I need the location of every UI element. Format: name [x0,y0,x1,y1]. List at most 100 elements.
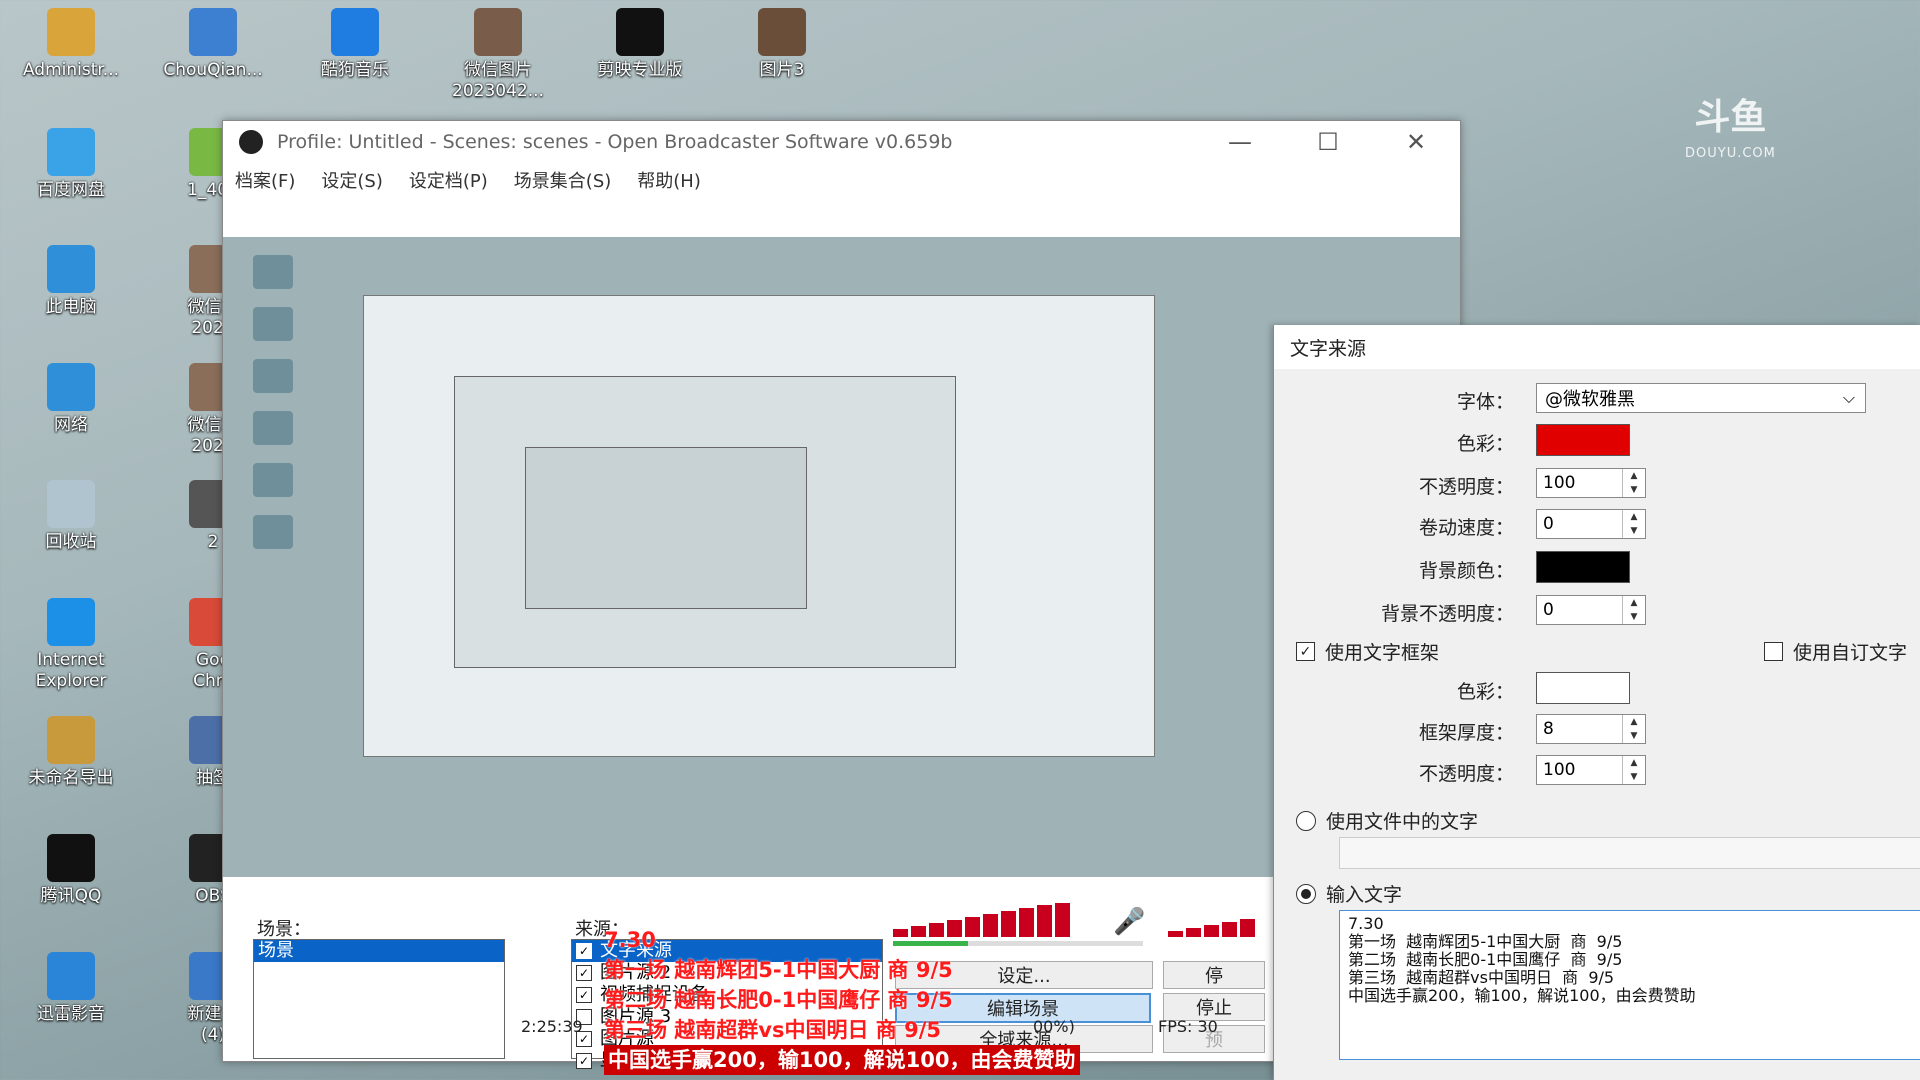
app-icon [47,834,95,882]
checkbox-checked-icon[interactable]: ✓ [576,943,592,959]
spin-arrows-icon[interactable]: ▲ ▼ [1622,596,1645,624]
checkbox-checked-icon[interactable]: ✓ [576,1053,592,1069]
custom-text-label: 使用自订文字 [1793,642,1908,664]
font-select[interactable]: @微软雅黑 ⌵ [1536,383,1866,413]
desktop-icon[interactable]: 未命名导出 [16,716,126,789]
stop-stream-button[interactable]: 停 [1163,961,1265,989]
use-file-label: 使用文件中的文字 [1326,811,1479,833]
opacity-spinbox[interactable]: 100 ▲ ▼ [1536,468,1646,498]
app-icon [47,480,95,528]
menu-help[interactable]: 帮助(H) [637,167,701,193]
close-icon[interactable]: ✕ [1372,128,1460,156]
outline-color-swatch[interactable] [1536,672,1630,704]
bg-color-swatch[interactable] [1536,551,1630,583]
preview-desktop-icon [253,307,293,341]
checkbox-checked-icon[interactable]: ✓ [576,987,592,1003]
desktop-icon[interactable]: 微信图片 2023042... [443,8,553,102]
custom-text-checkbox[interactable]: 使用自订文字 [1764,638,1907,665]
use-outline-checkbox[interactable]: ✓ 使用文字框架 [1296,638,1439,665]
scenes-list[interactable]: 场景 [253,939,505,1059]
font-label: 字体： [1456,391,1514,413]
desktop-icon-label: Administr... [22,60,120,80]
desktop-icon[interactable]: Internet Explorer [16,598,126,692]
preview-nested-obs [363,295,1155,757]
desktop-icon-label: ChouQian... [163,60,263,80]
app-icon [758,8,806,56]
app-icon [616,8,664,56]
spin-arrows-icon[interactable]: ▲ ▼ [1622,469,1645,497]
opacity-label: 不透明度： [1418,476,1514,498]
app-icon [47,128,95,176]
preview-desktop-icon [253,255,293,289]
desktop-icon-label: 网络 [54,415,88,435]
spin-arrows-icon[interactable]: ▲ ▼ [1622,510,1645,538]
menu-file[interactable]: 档案(F) [235,167,295,193]
obs-titlebar[interactable]: Profile: Untitled - Scenes: scenes - Ope… [223,121,1460,163]
desktop-icon[interactable]: 剪映专业版 [585,8,695,81]
checkbox-empty-icon [1764,642,1783,661]
desktop-icon-label: 图片3 [759,60,805,80]
checkbox-checked-icon[interactable]: ✓ [576,965,592,981]
stream-overlay-text: 7.30 第一场 越南辉团5-1中国大厨 商 9/5 第二场 越南长肥0-1中国… [604,925,1080,1075]
obs-menubar: 档案(F) 设定(S) 设定档(P) 场景集合(S) 帮助(H) [223,163,1460,197]
outline-thickness-value: 8 [1543,719,1554,739]
bg-color-label: 背景颜色： [1418,560,1514,582]
desktop-icon[interactable]: 回收站 [16,480,126,553]
maximize-icon[interactable]: ☐ [1284,128,1372,156]
outline-opacity-label: 不透明度： [1418,763,1514,785]
obs-logo-icon [239,130,263,154]
overlay-line-4: 中国选手赢200，输100，解说100，由会费赞助 [604,1045,1080,1075]
app-icon [331,8,379,56]
outline-thickness-spinbox[interactable]: 8 ▲ ▼ [1536,714,1646,744]
spin-arrows-icon[interactable]: ▲ ▼ [1622,756,1645,784]
opacity-value: 100 [1543,473,1576,493]
minimize-icon[interactable]: — [1196,128,1284,156]
menu-profile[interactable]: 设定档(P) [409,167,488,193]
preview-desktop-icon [253,463,293,497]
scroll-speed-spinbox[interactable]: 0 ▲ ▼ [1536,509,1646,539]
stream-time: 2:25:39 [521,1017,583,1036]
outline-opacity-spinbox[interactable]: 100 ▲ ▼ [1536,755,1646,785]
spin-arrows-icon[interactable]: ▲ ▼ [1622,715,1645,743]
desktop-icon[interactable]: 酷狗音乐 [300,8,410,81]
desktop-icon[interactable]: 网络 [16,363,126,436]
preview-desktop-icon [253,411,293,445]
desktop-icon[interactable]: 此电脑 [16,245,126,318]
preview-desktop-icon [253,515,293,549]
douyu-watermark: 斗鱼 DOUYU.COM [1685,100,1776,172]
use-file-radio[interactable]: 使用文件中的文字 [1296,807,1478,834]
input-text-area[interactable]: 7.30 第一场 越南辉团5-1中国大厨 商 9/5 第二场 越南长肥0-1中国… [1339,910,1920,1060]
preview-desktop-icon [253,359,293,393]
bg-opacity-spinbox[interactable]: 0 ▲ ▼ [1536,595,1646,625]
text-source-dialog: 文字来源 字体： @微软雅黑 ⌵ 色彩： 不透明度： 100 ▲ ▼ 卷动速度： … [1273,325,1920,1080]
overlay-line-2: 第二场 越南长肥0-1中国鹰仔 商 9/5 [604,988,953,1012]
desktop-icon[interactable]: 图片3 [727,8,837,81]
input-text-radio[interactable]: 输入文字 [1296,880,1402,907]
menu-scene-collection[interactable]: 场景集合(S) [514,167,611,193]
overlay-line-1: 第一场 越南辉团5-1中国大厨 商 9/5 [604,958,953,982]
app-icon [47,598,95,646]
font-value: @微软雅黑 [1545,389,1635,410]
desktop-icon-label: 酷狗音乐 [321,60,389,80]
text-color-swatch[interactable] [1536,424,1630,456]
obs-title: Profile: Untitled - Scenes: scenes - Ope… [277,131,953,153]
bg-opacity-value: 0 [1543,600,1554,620]
watermark-domain: DOUYU.COM [1685,146,1776,161]
desktop-icon[interactable]: Administr... [16,8,126,81]
desktop-icon-label: 此电脑 [45,297,97,317]
watermark-brand: 斗鱼 [1694,97,1767,138]
chevron-down-icon: ⌵ [1842,388,1855,407]
scenes-label: 场景： [257,919,311,940]
desktop-icon[interactable]: 腾讯QQ [16,834,126,907]
file-path-input[interactable] [1339,837,1920,869]
app-icon [47,245,95,293]
microphone-icon[interactable]: 🎤 [1113,907,1145,937]
desktop-icon-label: 百度网盘 [37,180,105,200]
desktop-icon[interactable]: 百度网盘 [16,128,126,201]
desktop-icon[interactable]: 迅雷影音 [16,952,126,1025]
scene-item[interactable]: 场景 [254,940,504,962]
outline-color-label: 色彩： [1456,681,1514,703]
desktop-icon[interactable]: ChouQian... [158,8,268,81]
menu-settings[interactable]: 设定(S) [321,167,382,193]
desktop-icon-label: 迅雷影音 [37,1004,105,1024]
